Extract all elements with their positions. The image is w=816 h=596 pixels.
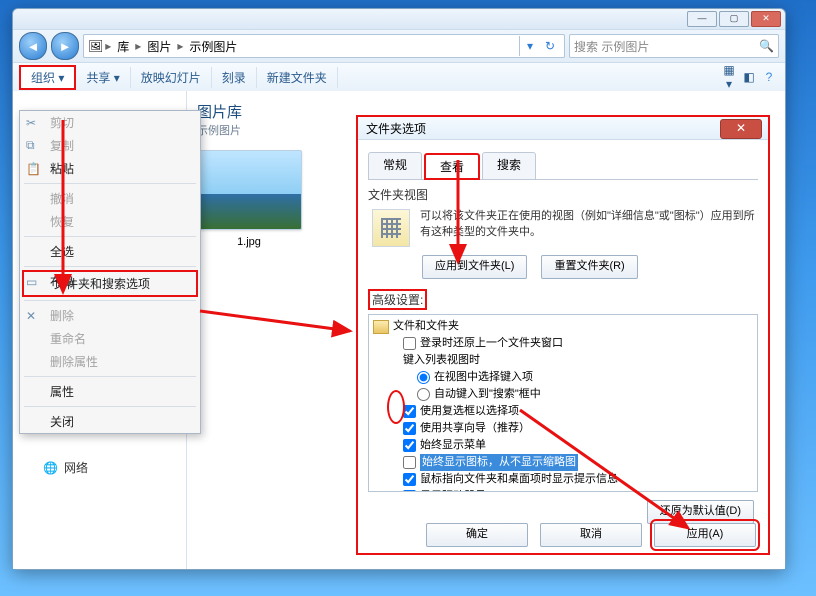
tree-item: 在视图中选择键入项 [373,369,753,386]
menu-properties[interactable]: 属性 [20,380,200,403]
dropdown-icon[interactable]: ▾ [520,36,540,56]
breadcrumb-item[interactable]: 示例图片 [185,38,241,55]
titlebar: — ▢ ✕ [13,9,785,30]
help-icon[interactable]: ? [759,70,779,84]
menu-selectall[interactable]: 全选 [20,240,200,263]
breadcrumb-item[interactable]: 库 [113,38,133,55]
reset-folders-button[interactable]: 重置文件夹(R) [541,255,637,279]
folder-view-icon [372,209,410,247]
minimize-button[interactable]: — [687,11,717,27]
copy-icon: ⧉ [26,138,35,153]
paste-icon: 📋 [26,162,41,176]
folder-icon [373,320,389,334]
restore-defaults-button[interactable]: 还原为默认值(D) [647,500,754,524]
tab-search[interactable]: 搜索 [482,152,536,179]
tab-general[interactable]: 常规 [368,152,422,179]
organize-button[interactable]: 组织 ▾ [19,65,76,90]
menu-close[interactable]: 关闭 [20,410,200,433]
tree-item: 鼠标指向文件夹和桌面项时显示提示信息 [373,471,753,488]
dialog-tabs: 常规 查看 搜索 [368,152,758,180]
tree-item: 键入列表视图时 [373,352,753,369]
delete-icon: ✕ [26,309,36,323]
organize-menu: ✂剪切 ⧉复制 📋粘贴 撤消 恢复 全选 ▭布局 文件夹和搜索选项 ✕删除 重命… [19,110,201,434]
dialog-title: 文件夹选项 [366,120,426,137]
forward-button[interactable]: ► [51,32,79,60]
view-mode-icon[interactable]: ▦ ▾ [719,63,739,91]
folder-view-heading: 文件夹视图 [368,186,758,203]
network-node[interactable]: 🌐 网络 [43,459,88,476]
menu-cut[interactable]: ✂剪切 [20,111,200,134]
apply-to-folders-button[interactable]: 应用到文件夹(L) [422,255,527,279]
nav-row: ◄ ► 🖼 ▸ 库 ▸ 图片 ▸ 示例图片 ▾ ↻ 搜索 示例图片 🔍 [13,30,785,63]
tree-root: 文件和文件夹 [373,318,753,335]
thumbnail[interactable]: 1.jpg [197,150,301,248]
maximize-button[interactable]: ▢ [719,11,749,27]
breadcrumb-item[interactable]: 图片 [143,38,175,55]
menu-copy[interactable]: ⧉复制 [20,134,200,157]
burn-button[interactable]: 刻录 [212,67,257,88]
folder-icon: 🖼 [88,39,103,53]
folder-view-desc: 可以将该文件夹正在使用的视图（例如"详细信息"或"图标"）应用到所有这种类型的文… [420,209,758,247]
menu-paste[interactable]: 📋粘贴 [20,157,200,180]
search-input[interactable]: 搜索 示例图片 🔍 [569,34,779,58]
menu-rename[interactable]: 重命名 [20,327,200,350]
network-icon: 🌐 [43,461,58,475]
menu-folder-options[interactable]: 文件夹和搜索选项 [24,272,196,295]
menu-redo[interactable]: 恢复 [20,210,200,233]
folder-options-dialog: 文件夹选项 ✕ 常规 查看 搜索 文件夹视图 可以将该文件夹正在使用的视图（例如… [356,115,770,555]
tab-view[interactable]: 查看 [424,153,480,180]
slideshow-button[interactable]: 放映幻灯片 [131,67,212,88]
close-button[interactable]: ✕ [751,11,781,27]
dialog-close-button[interactable]: ✕ [720,119,762,139]
tree-item: 使用共享向导（推荐） [373,420,753,437]
tree-item: 使用复选框以选择项 [373,403,753,420]
back-button[interactable]: ◄ [19,32,47,60]
share-button[interactable]: 共享 ▾ [76,67,130,88]
tree-item: 显示驱动器号 [373,488,753,492]
thumbnail-image [196,150,302,230]
cancel-button[interactable]: 取消 [540,523,642,547]
tree-item: 自动键入到"搜索"框中 [373,386,753,403]
preview-pane-icon[interactable]: ◧ [739,70,759,84]
tree-item-highlighted: 始终显示图标，从不显示缩略图 [373,454,753,471]
cut-icon: ✂ [26,116,36,130]
advanced-heading: 高级设置: [368,289,427,310]
search-placeholder: 搜索 示例图片 [574,38,649,55]
ok-button[interactable]: 确定 [426,523,528,547]
menu-undo[interactable]: 撤消 [20,187,200,210]
search-icon: 🔍 [759,39,774,53]
toolbar: 组织 ▾ 共享 ▾ 放映幻灯片 刻录 新建文件夹 ▦ ▾ ◧ ? [13,63,785,92]
annotation-circle [387,390,405,424]
advanced-tree[interactable]: 文件和文件夹 登录时还原上一个文件夹窗口 键入列表视图时 在视图中选择键入项 自… [368,314,758,492]
tree-item: 登录时还原上一个文件夹窗口 [373,335,753,352]
newfolder-button[interactable]: 新建文件夹 [257,67,338,88]
thumbnail-caption: 1.jpg [237,236,261,248]
menu-delete[interactable]: ✕删除 [20,304,200,327]
tree-item: 始终显示菜单 [373,437,753,454]
menu-remove-props[interactable]: 删除属性 [20,350,200,373]
dialog-titlebar: 文件夹选项 ✕ [358,117,768,140]
breadcrumb[interactable]: 🖼 ▸ 库 ▸ 图片 ▸ 示例图片 ▾ ↻ [83,34,565,58]
apply-button[interactable]: 应用(A) [654,523,756,547]
refresh-icon[interactable]: ↻ [540,36,560,56]
